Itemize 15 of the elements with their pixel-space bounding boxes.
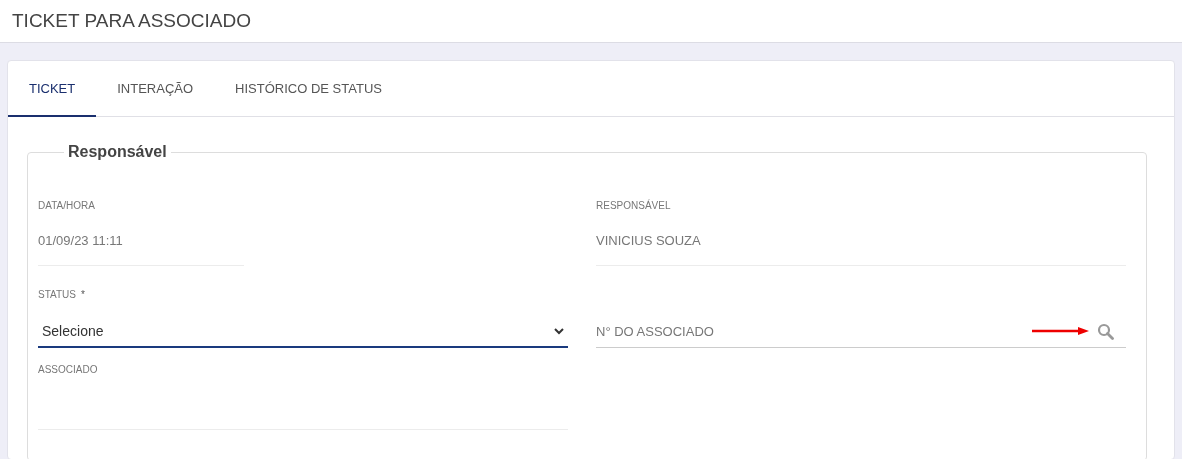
tab[interactable]: INTERAÇÃO bbox=[96, 61, 215, 117]
required-mark: * bbox=[80, 289, 85, 300]
field-label: STATUS bbox=[38, 289, 76, 300]
page-title: TICKET PARA ASSOCIADO bbox=[12, 10, 251, 32]
tab[interactable]: TICKET bbox=[8, 61, 97, 117]
chevron-down-icon bbox=[554, 327, 564, 335]
status-select[interactable]: Selecione bbox=[38, 316, 568, 348]
readonly-field: VINICIUS SOUZA bbox=[596, 233, 1126, 266]
field-label: DATA/HORA bbox=[38, 200, 96, 211]
tab[interactable]: HISTÓRICO DE STATUS bbox=[214, 61, 403, 117]
field-label: ASSOCIADO bbox=[38, 364, 99, 375]
section-title: Responsável bbox=[67, 143, 168, 161]
readonly-field: 01/09/23 11:11 bbox=[38, 233, 244, 266]
search-icon[interactable] bbox=[1097, 322, 1114, 340]
field-label: RESPONSÁVEL bbox=[596, 200, 672, 211]
